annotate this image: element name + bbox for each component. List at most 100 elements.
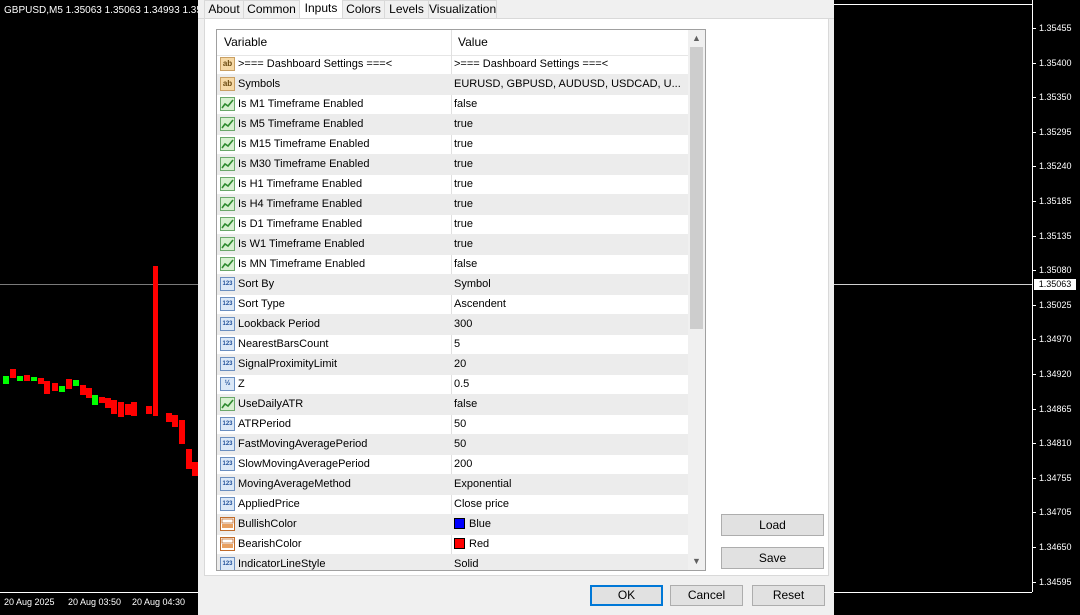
input-row[interactable]: 123 FastMovingAveragePeriod 50 xyxy=(217,435,688,455)
input-value-cell[interactable]: true xyxy=(454,115,686,134)
chart-border xyxy=(834,4,1032,5)
input-row[interactable]: ½ Z 0.5 xyxy=(217,375,688,395)
input-row[interactable]: 123 AppliedPrice Close price xyxy=(217,495,688,515)
input-value-cell[interactable]: Ascendent xyxy=(454,295,686,314)
input-value-text: true xyxy=(454,238,473,250)
ok-button[interactable]: OK xyxy=(590,585,663,606)
input-variable-name: MovingAverageMethod xyxy=(238,478,351,490)
input-row[interactable]: ab Symbols EURUSD, GBPUSD, AUDUSD, USDCAD,… xyxy=(217,75,688,95)
input-variable-name: Is M1 Timeframe Enabled xyxy=(238,98,364,110)
input-value-cell[interactable]: 200 xyxy=(454,455,686,474)
tab-about[interactable]: About xyxy=(204,0,244,18)
input-row[interactable]: Is D1 Timeframe Enabled true xyxy=(217,215,688,235)
input-value-cell[interactable]: false xyxy=(454,255,686,274)
input-value-cell[interactable]: false xyxy=(454,95,686,114)
bullish-candle xyxy=(31,377,37,381)
scroll-thumb[interactable] xyxy=(690,47,703,329)
input-value-text: Solid xyxy=(454,558,479,570)
input-value-cell[interactable]: true xyxy=(454,135,686,154)
input-value-cell[interactable]: true xyxy=(454,155,686,174)
input-row[interactable]: Is M30 Timeframe Enabled true xyxy=(217,155,688,175)
inputs-grid: Variable Value ab >=== Dashboard Settings… xyxy=(216,29,706,571)
cancel-button[interactable]: Cancel xyxy=(670,585,743,606)
input-row[interactable]: 123 ATRPeriod 50 xyxy=(217,415,688,435)
input-row[interactable]: Is MN Timeframe Enabled false xyxy=(217,255,688,275)
bool-icon xyxy=(220,237,235,251)
input-row[interactable]: ab >=== Dashboard Settings ===< >=== Dashb… xyxy=(217,55,688,75)
input-value-cell[interactable]: Solid xyxy=(454,555,686,570)
input-value-cell[interactable]: true xyxy=(454,175,686,194)
reset-button[interactable]: Reset xyxy=(752,585,825,606)
scroll-down-arrow-icon[interactable]: ▼ xyxy=(688,553,705,570)
tab-common[interactable]: Common xyxy=(243,0,300,18)
input-value-cell[interactable]: Exponential xyxy=(454,475,686,494)
input-row[interactable]: 123 SignalProximityLimit 20 xyxy=(217,355,688,375)
input-row[interactable]: Is W1 Timeframe Enabled true xyxy=(217,235,688,255)
column-header-value[interactable]: Value xyxy=(451,30,688,55)
bearish-candle xyxy=(44,381,50,394)
input-value-text: 0.5 xyxy=(454,378,470,390)
price-label: 1.35025 xyxy=(1039,300,1072,310)
input-value-cell[interactable]: 50 xyxy=(454,435,686,454)
scroll-up-arrow-icon[interactable]: ▲ xyxy=(688,30,705,47)
integer-icon: 123 xyxy=(220,357,235,371)
input-variable-name: IndicatorLineStyle xyxy=(238,558,326,570)
input-variable-name: Is M5 Timeframe Enabled xyxy=(238,118,364,130)
column-header-variable[interactable]: Variable xyxy=(217,30,451,55)
input-variable-name: Is H1 Timeframe Enabled xyxy=(238,178,363,190)
input-row[interactable]: UseDailyATR false xyxy=(217,395,688,415)
vertical-scrollbar[interactable]: ▲ ▼ xyxy=(688,30,705,570)
input-row[interactable]: 123 NearestBarsCount 5 xyxy=(217,335,688,355)
input-value-cell[interactable]: 5 xyxy=(454,335,686,354)
input-value-text: true xyxy=(454,138,473,150)
price-tick xyxy=(1032,270,1036,271)
input-row[interactable]: 123 Lookback Period 300 xyxy=(217,315,688,335)
bool-icon xyxy=(220,257,235,271)
input-row[interactable]: Is M1 Timeframe Enabled false xyxy=(217,95,688,115)
input-value-cell[interactable]: true xyxy=(454,235,686,254)
bearish-candle xyxy=(66,379,72,389)
input-row[interactable]: Is H4 Timeframe Enabled true xyxy=(217,195,688,215)
input-value-cell[interactable]: true xyxy=(454,195,686,214)
current-price-label: 1.35063 xyxy=(1034,279,1076,290)
bool-icon xyxy=(220,197,235,211)
load-button[interactable]: Load xyxy=(721,514,824,536)
bearish-candle xyxy=(10,369,16,378)
input-row[interactable]: 123 SlowMovingAveragePeriod 200 xyxy=(217,455,688,475)
tab-visualization[interactable]: Visualization xyxy=(428,0,497,18)
input-value-cell[interactable]: 20 xyxy=(454,355,686,374)
input-value-cell[interactable]: true xyxy=(454,215,686,234)
input-value-cell[interactable]: Close price xyxy=(454,495,686,514)
input-value-cell[interactable]: Blue xyxy=(454,515,686,534)
input-value-cell[interactable]: Symbol xyxy=(454,275,686,294)
input-value-cell[interactable]: 300 xyxy=(454,315,686,334)
bool-icon xyxy=(220,117,235,131)
bearish-candle xyxy=(24,375,30,381)
input-variable-name: NearestBarsCount xyxy=(238,338,329,350)
input-variable-name: BullishColor xyxy=(238,518,297,530)
input-value-cell[interactable]: Red xyxy=(454,535,686,554)
input-row[interactable]: 123 IndicatorLineStyle Solid xyxy=(217,555,688,570)
input-value-text: Close price xyxy=(454,498,510,510)
input-row[interactable]: BearishColor Red xyxy=(217,535,688,555)
input-row[interactable]: Is H1 Timeframe Enabled true xyxy=(217,175,688,195)
input-variable-name: ATRPeriod xyxy=(238,418,291,430)
input-row[interactable]: 123 MovingAverageMethod Exponential xyxy=(217,475,688,495)
input-row[interactable]: 123 Sort Type Ascendent xyxy=(217,295,688,315)
input-row[interactable]: 123 Sort By Symbol xyxy=(217,275,688,295)
input-value-cell[interactable]: false xyxy=(454,395,686,414)
input-value-cell[interactable]: >=== Dashboard Settings ===< xyxy=(454,55,686,74)
input-value-cell[interactable]: 0.5 xyxy=(454,375,686,394)
input-row[interactable]: BullishColor Blue xyxy=(217,515,688,535)
input-row[interactable]: Is M5 Timeframe Enabled true xyxy=(217,115,688,135)
price-tick xyxy=(1032,97,1036,98)
tab-inputs[interactable]: Inputs xyxy=(299,0,343,19)
tab-levels[interactable]: Levels xyxy=(384,0,429,18)
input-value-text: 50 xyxy=(454,418,467,430)
save-button[interactable]: Save xyxy=(721,547,824,569)
tab-colors[interactable]: Colors xyxy=(342,0,385,18)
input-row[interactable]: Is M15 Timeframe Enabled true xyxy=(217,135,688,155)
input-value-cell[interactable]: 50 xyxy=(454,415,686,434)
input-value-cell[interactable]: EURUSD, GBPUSD, AUDUSD, USDCAD, U... xyxy=(454,75,686,94)
input-value-text: false xyxy=(454,398,478,410)
